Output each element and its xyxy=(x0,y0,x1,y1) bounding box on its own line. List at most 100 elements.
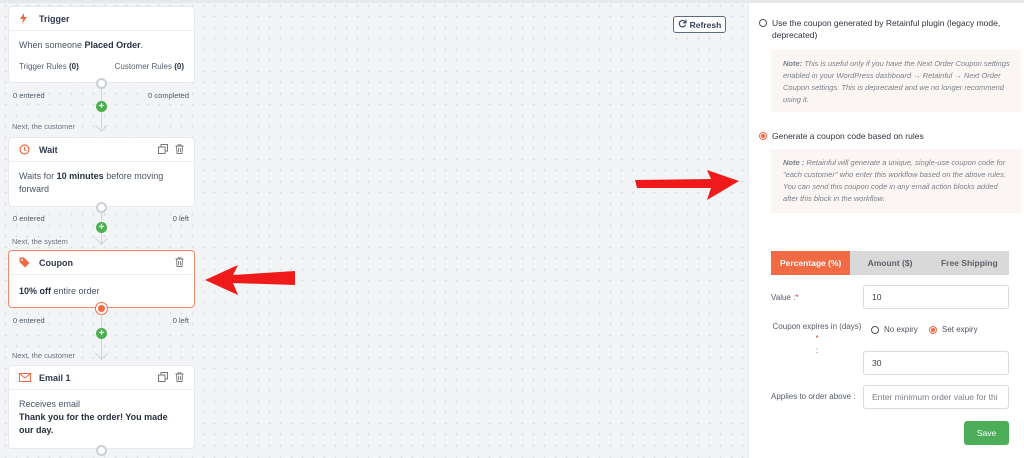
trigger-card-header: Trigger xyxy=(9,7,194,31)
wait-desc-prefix: Waits for xyxy=(19,171,57,181)
copy-icon[interactable] xyxy=(158,143,168,156)
radio-generate-coupon[interactable] xyxy=(759,132,767,140)
coupon-entered: 0 entered xyxy=(13,316,45,325)
value-label-text: Value : xyxy=(771,293,796,302)
email-actions xyxy=(158,371,184,384)
tab-amount[interactable]: Amount ($) xyxy=(850,251,930,275)
wait-title: Wait xyxy=(39,144,58,155)
trigger-completed: 0 completed xyxy=(148,91,189,100)
refresh-button[interactable]: Refresh xyxy=(673,16,726,33)
applies-label: Applies to order above : xyxy=(771,392,856,401)
connector-dot xyxy=(96,202,107,213)
coupon-desc-suffix: entire order xyxy=(51,286,100,296)
wait-card[interactable]: Wait Waits for 10 minutes before moving … xyxy=(8,137,195,207)
no-expiry-label: No expiry xyxy=(884,325,918,334)
trigger-card[interactable]: Trigger When someone Placed Order. Trigg… xyxy=(8,6,195,83)
wait-duration: 10 minutes xyxy=(56,171,104,181)
radio-legacy-coupon[interactable] xyxy=(759,19,767,27)
email-desc: Receives email xyxy=(19,399,81,409)
trigger-rules-label: Trigger Rules xyxy=(19,62,67,71)
wait-body: Waits for 10 minutes before moving forwa… xyxy=(9,162,194,204)
envelope-icon xyxy=(19,373,33,382)
option-legacy-coupon[interactable]: Use the coupon generated by Retainful pl… xyxy=(759,17,1021,41)
option-set-expiry[interactable]: Set expiry xyxy=(929,325,978,334)
trigger-rules-row: Trigger Rules (0) Customer Rules (0) xyxy=(19,60,184,73)
email-body: Receives email Thank you for the order! … xyxy=(9,390,194,445)
coupon-card[interactable]: Coupon 10% off entire order xyxy=(8,250,195,308)
coupon-actions xyxy=(175,256,184,269)
connector-dot-active xyxy=(96,303,107,314)
trigger-desc-prefix: When someone xyxy=(19,40,85,50)
trigger-rules-count: (0) xyxy=(68,62,79,71)
wait-entered: 0 entered xyxy=(13,214,45,223)
refresh-icon xyxy=(678,19,687,30)
annotation-arrow-right xyxy=(635,170,739,200)
set-expiry-label: Set expiry xyxy=(942,325,978,334)
legacy-note-text: This is useful only if you have the Next… xyxy=(783,59,1010,104)
trigger-entered: 0 entered xyxy=(13,91,45,100)
refresh-label: Refresh xyxy=(689,19,722,30)
clock-icon xyxy=(19,144,33,155)
coupon-card-header: Coupon xyxy=(9,251,194,275)
required-marker: * xyxy=(815,334,819,343)
copy-icon[interactable] xyxy=(158,371,168,384)
customer-rules-label: Customer Rules xyxy=(114,62,172,71)
trigger-title: Trigger xyxy=(39,13,70,24)
customer-rules-link[interactable]: Customer Rules (0) xyxy=(115,60,184,73)
email-title: Email 1 xyxy=(39,372,71,383)
annotation-arrow-left xyxy=(205,265,295,295)
coupon-body: 10% off entire order xyxy=(9,275,194,306)
trigger-rules-link[interactable]: Trigger Rules (0) xyxy=(19,60,79,73)
trigger-description: When someone Placed Order. xyxy=(19,39,184,52)
expires-label-text: Coupon expires in (days) xyxy=(772,322,862,331)
trash-icon[interactable] xyxy=(175,143,184,156)
value-input[interactable]: 10 xyxy=(863,285,1009,309)
trigger-desc-event: Placed Order xyxy=(84,40,141,50)
tab-percentage[interactable]: Percentage (%) xyxy=(771,251,851,275)
generate-note: Note : Retainful will generate a unique,… xyxy=(771,149,1021,213)
connector-dot xyxy=(96,78,107,89)
radio-no-expiry[interactable] xyxy=(871,325,879,334)
email-subject: Thank you for the order! You made our da… xyxy=(19,412,168,435)
next-label: Next, the customer xyxy=(12,351,75,360)
min-order-input[interactable]: Enter minimum order value for thi xyxy=(863,385,1009,409)
trigger-desc-suffix: . xyxy=(140,40,144,50)
value-label: Value :* xyxy=(771,293,798,302)
trigger-body: When someone Placed Order. Trigger Rules… xyxy=(9,31,194,81)
coupon-title: Coupon xyxy=(39,257,73,268)
legacy-note: Note: This is useful only if you have th… xyxy=(771,50,1021,112)
trash-icon[interactable] xyxy=(175,371,184,384)
option-generate-coupon[interactable]: Generate a coupon code based on rules xyxy=(759,130,924,142)
expires-label-colon: : xyxy=(815,346,819,355)
customer-rules-count: (0) xyxy=(174,62,184,71)
lightning-icon xyxy=(19,13,33,24)
wait-actions xyxy=(158,143,184,156)
coupon-left: 0 left xyxy=(172,316,189,325)
wait-card-header: Wait xyxy=(9,138,194,162)
required-marker: * xyxy=(795,293,799,302)
trash-icon[interactable] xyxy=(175,256,184,269)
connector-dot xyxy=(96,445,107,456)
coupon-settings-panel: Use the coupon generated by Retainful pl… xyxy=(748,3,1024,458)
add-step-button[interactable]: + xyxy=(96,101,107,112)
coupon-discount: 10% off xyxy=(19,286,52,296)
next-label: Next, the system xyxy=(12,237,68,246)
expiry-days-input[interactable]: 30 xyxy=(863,351,1009,375)
wait-left: 0 left xyxy=(172,214,189,223)
add-step-button[interactable]: + xyxy=(96,328,107,339)
option-generate-label: Generate a coupon code based on rules xyxy=(772,131,924,141)
discount-type-tabs: Percentage (%) Amount ($) Free Shipping xyxy=(771,251,1009,275)
generate-note-bold: Note : xyxy=(783,158,805,167)
expires-label: Coupon expires in (days) *: xyxy=(771,321,863,357)
email-card-header: Email 1 xyxy=(9,366,194,390)
email-card[interactable]: Email 1 Receives email Thank you for the… xyxy=(8,365,195,449)
next-label: Next, the customer xyxy=(12,122,75,131)
tab-free-shipping[interactable]: Free Shipping xyxy=(929,251,1009,275)
option-legacy-label: Use the coupon generated by Retainful pl… xyxy=(772,18,1001,40)
legacy-note-bold: Note: xyxy=(783,59,803,68)
save-button[interactable]: Save xyxy=(964,421,1009,445)
radio-set-expiry[interactable] xyxy=(929,325,937,334)
option-no-expiry[interactable]: No expiry xyxy=(871,325,918,334)
generate-note-text: Retainful will generate a unique, single… xyxy=(783,158,1006,203)
tag-icon xyxy=(19,257,33,268)
